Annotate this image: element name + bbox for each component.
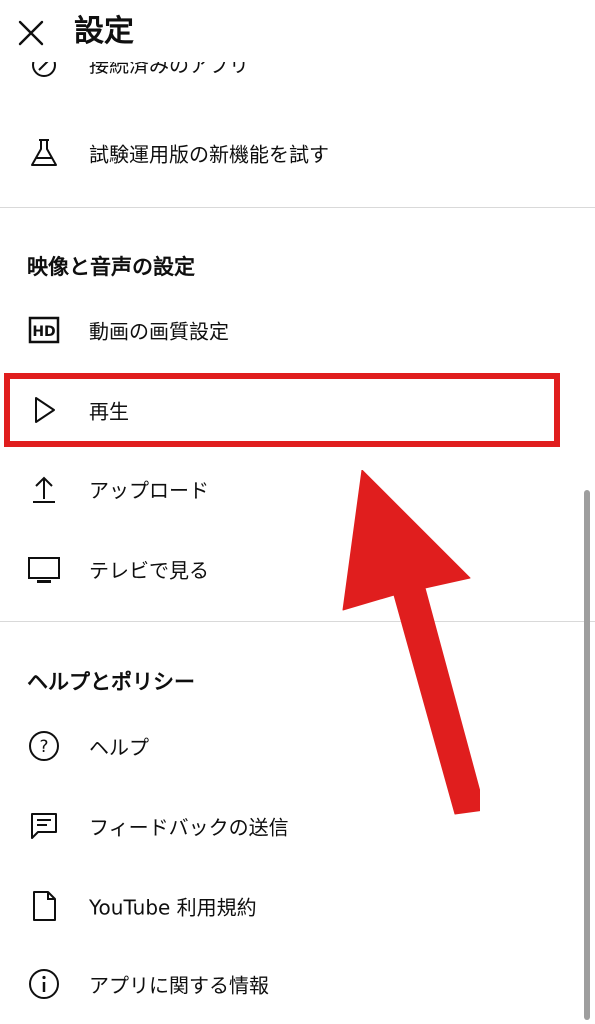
help-icon: ? <box>29 731 59 761</box>
settings-item-watch-on-tv[interactable]: テレビで見る <box>0 534 580 604</box>
svg-text:HD: HD <box>32 324 55 340</box>
hd-icon: HD <box>28 316 60 344</box>
connected-apps-icon <box>32 60 56 77</box>
settings-item-label: アプリに関する情報 <box>89 973 269 998</box>
settings-item-help[interactable]: ? ヘルプ <box>0 711 580 781</box>
settings-item-label: フィードバックの送信 <box>89 815 289 840</box>
settings-item-terms[interactable]: YouTube 利用規約 <box>0 871 580 941</box>
section-title-video-audio: 映像と音声の設定 <box>27 255 195 279</box>
settings-item-upload[interactable]: アップロード <box>0 454 580 524</box>
settings-item-label: 接続済みのアプリ <box>89 60 249 77</box>
document-icon <box>33 891 56 921</box>
info-icon <box>29 969 59 999</box>
section-divider <box>0 621 595 622</box>
close-icon <box>18 20 44 46</box>
page-title: 設定 <box>74 14 134 49</box>
settings-item-send-feedback[interactable]: フィードバックの送信 <box>0 791 580 861</box>
close-button[interactable] <box>16 18 46 48</box>
settings-item-experimental[interactable]: 試験運用版の新機能を試す <box>0 118 580 188</box>
settings-item-label: ヘルプ <box>89 735 149 760</box>
settings-item-connected-apps[interactable]: 接続済みのアプリ <box>0 60 580 92</box>
settings-item-video-quality[interactable]: HD 動画の画質設定 <box>0 295 580 365</box>
settings-item-label: 試験運用版の新機能を試す <box>89 142 329 167</box>
app-header: 設定 <box>0 0 595 62</box>
upload-icon <box>33 476 55 503</box>
scrollbar[interactable] <box>584 490 590 1020</box>
settings-item-label: テレビで見る <box>89 558 209 583</box>
feedback-icon <box>31 813 57 839</box>
section-title-help-policy: ヘルプとポリシー <box>27 670 195 694</box>
tv-icon <box>28 557 60 583</box>
highlight-box <box>4 373 560 447</box>
flask-icon <box>31 139 57 166</box>
settings-item-app-info[interactable]: アプリに関する情報 <box>0 949 580 1019</box>
annotation-arrow-icon <box>342 470 480 815</box>
settings-item-label: アップロード <box>89 478 209 503</box>
section-divider <box>0 207 595 208</box>
svg-text:?: ? <box>39 737 48 757</box>
settings-item-label: YouTube 利用規約 <box>89 895 257 920</box>
settings-item-label: 動画の画質設定 <box>89 319 229 344</box>
